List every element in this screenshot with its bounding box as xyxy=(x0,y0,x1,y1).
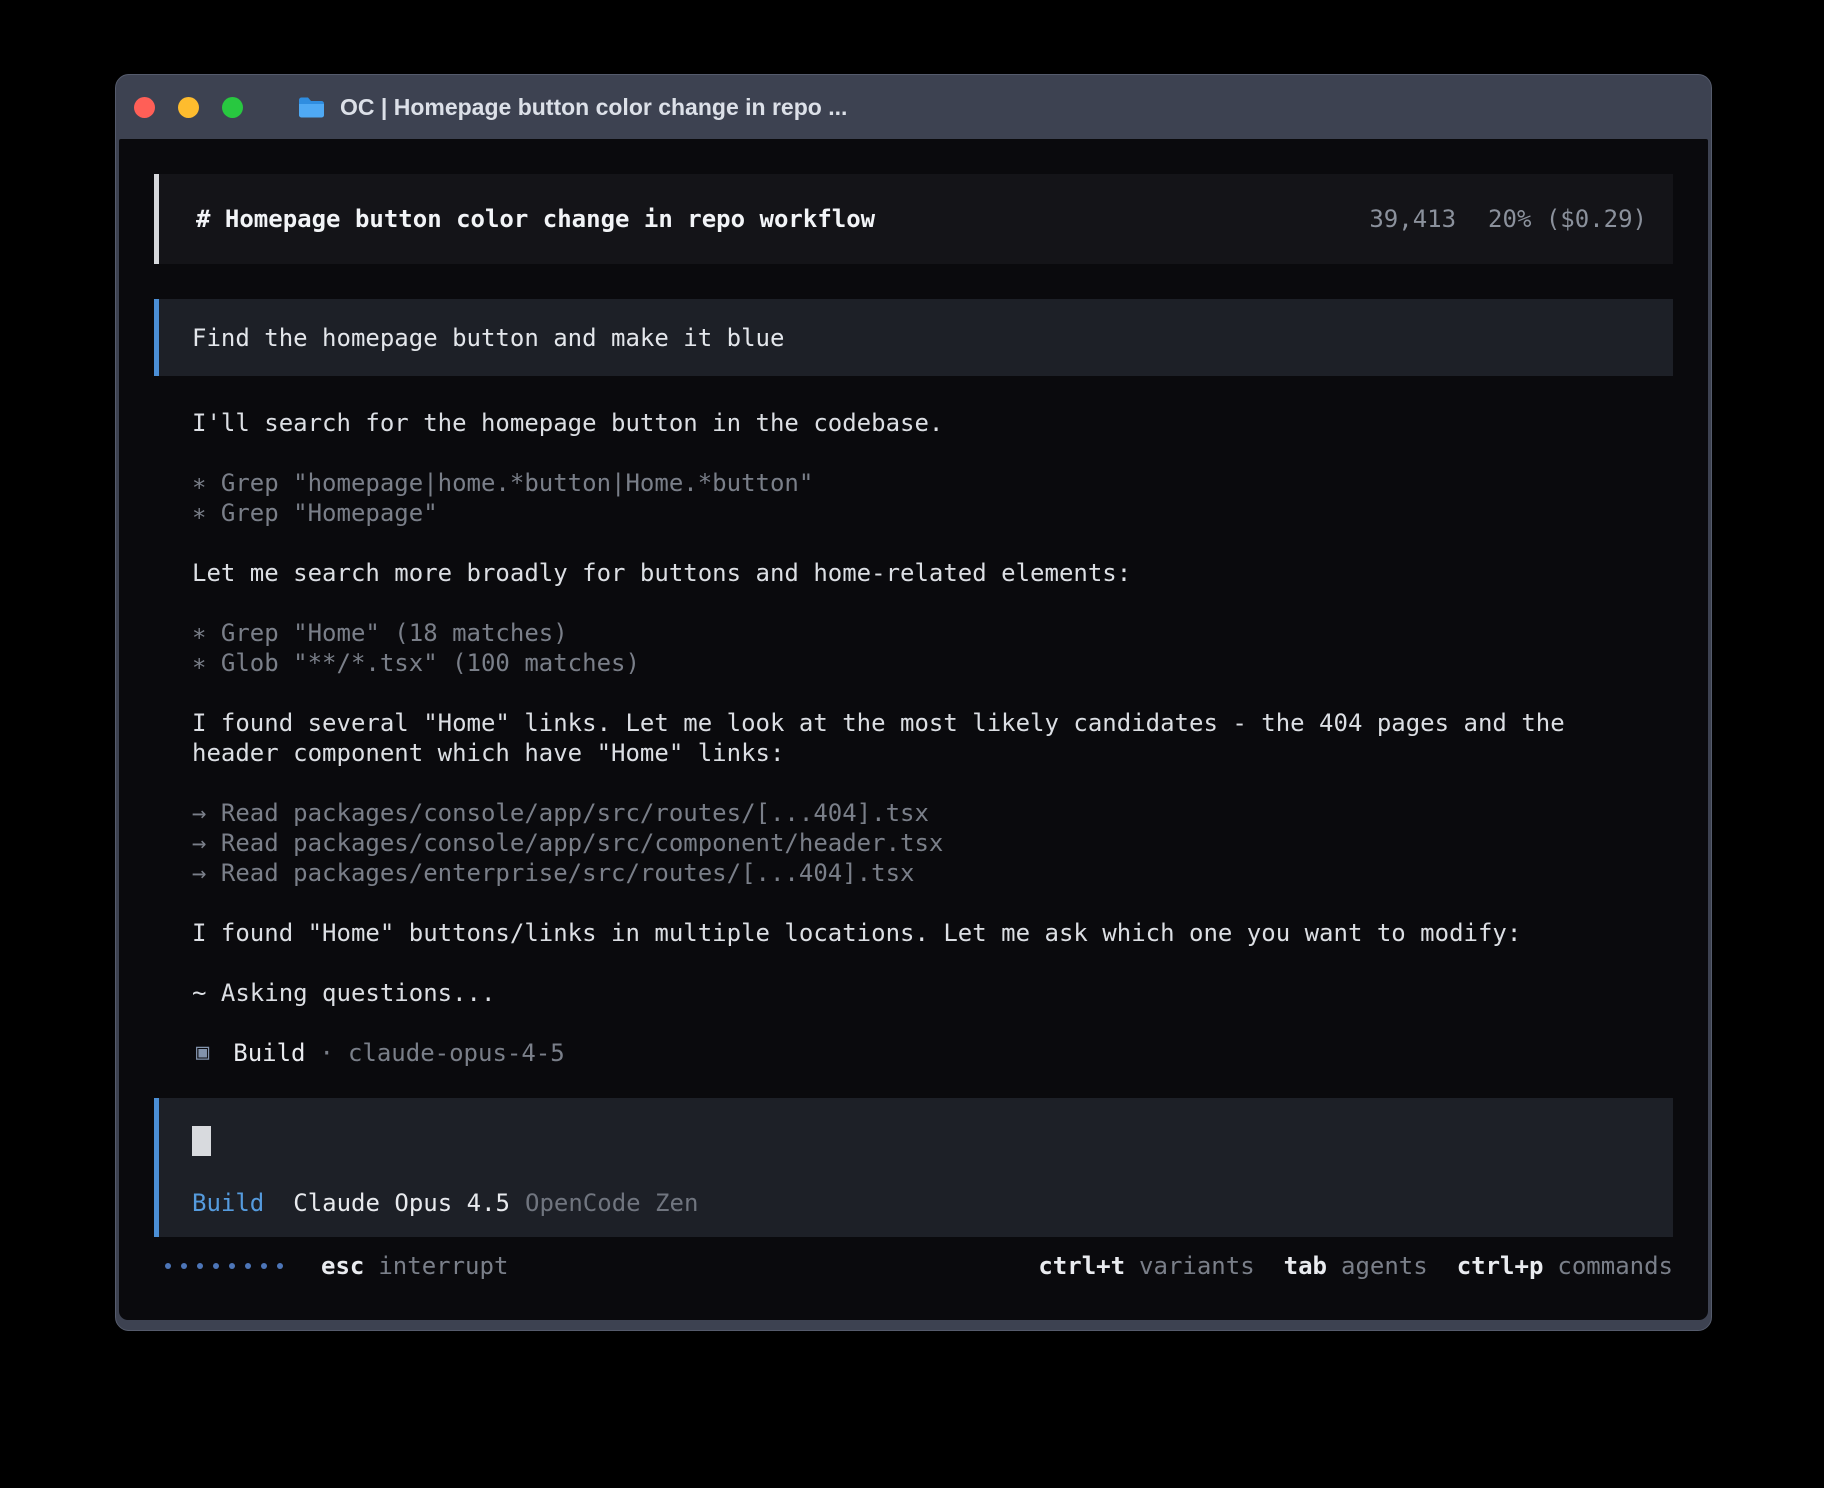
agent-model: claude-opus-4-5 xyxy=(348,1038,565,1068)
agents-hint: tab agents xyxy=(1284,1251,1428,1281)
tool-call-group: ∗ Grep "homepage|home.*button|Home.*butt… xyxy=(192,468,1673,528)
spinner-dots-icon xyxy=(165,1263,283,1269)
status-right: ctrl+t variants tab agents ctrl+p comman… xyxy=(1038,1251,1673,1281)
tool-call-grep: ∗ Grep "Home" (18 matches) xyxy=(192,618,1673,648)
tool-call-group: ∗ Grep "Home" (18 matches) ∗ Glob "**/*.… xyxy=(192,618,1673,678)
agent-badge: ▣ Build · claude-opus-4-5 xyxy=(192,1038,1673,1068)
tool-call-read: → Read packages/console/app/src/componen… xyxy=(192,828,1673,858)
status-left: esc interrupt xyxy=(154,1251,508,1281)
zoom-button[interactable] xyxy=(222,97,243,118)
tool-call-read: → Read packages/enterprise/src/routes/[.… xyxy=(192,858,1673,888)
text-cursor xyxy=(192,1126,211,1156)
agent-name: Build xyxy=(233,1038,305,1068)
tool-call-grep: ∗ Grep "homepage|home.*button|Home.*butt… xyxy=(192,468,1673,498)
status-bar: esc interrupt ctrl+t variants tab agents… xyxy=(154,1251,1673,1281)
token-count: 39,413 xyxy=(1369,204,1456,234)
window-titlebar[interactable]: OC | Homepage button color change in rep… xyxy=(116,75,1711,139)
desktop-background: OC | Homepage button color change in rep… xyxy=(0,0,1824,1488)
window-title: OC | Homepage button color change in rep… xyxy=(340,94,847,121)
commands-hint-label: commands xyxy=(1557,1251,1673,1281)
variants-hint: ctrl+t variants xyxy=(1038,1251,1254,1281)
context-usage: 20% ($0.29) xyxy=(1488,204,1647,234)
session-stats: 39,413 20% ($0.29) xyxy=(1369,204,1647,234)
tool-call-group: → Read packages/console/app/src/routes/[… xyxy=(192,798,1673,888)
conversation: I'll search for the homepage button in t… xyxy=(192,408,1673,1068)
folder-icon xyxy=(298,96,325,118)
tool-call-read: → Read packages/console/app/src/routes/[… xyxy=(192,798,1673,828)
agents-hint-label: agents xyxy=(1341,1251,1428,1281)
window-controls xyxy=(134,97,266,118)
terminal-content: # Homepage button color change in repo w… xyxy=(119,139,1708,1320)
session-header: # Homepage button color change in repo w… xyxy=(154,174,1673,264)
session-title: # Homepage button color change in repo w… xyxy=(196,204,875,234)
model-label: Claude Opus 4.5 xyxy=(293,1188,510,1218)
agent-mode-label: Build xyxy=(192,1188,264,1218)
esc-key-hint: esc xyxy=(321,1251,364,1281)
close-button[interactable] xyxy=(134,97,155,118)
user-message: Find the homepage button and make it blu… xyxy=(154,299,1673,376)
variants-hint-label: variants xyxy=(1139,1251,1255,1281)
ctrl-t-key-hint: ctrl+t xyxy=(1038,1251,1125,1281)
user-message-text: Find the homepage button and make it blu… xyxy=(192,323,784,353)
tool-call-glob: ∗ Glob "**/*.tsx" (100 matches) xyxy=(192,648,1673,678)
tool-call-grep: ∗ Grep "Homepage" xyxy=(192,498,1673,528)
ctrl-p-key-hint: ctrl+p xyxy=(1457,1251,1544,1281)
provider-label: OpenCode Zen xyxy=(525,1188,698,1218)
minimize-button[interactable] xyxy=(178,97,199,118)
interrupt-hint-label: interrupt xyxy=(378,1251,508,1281)
prompt-input[interactable]: Build Claude Opus 4.5 OpenCode Zen xyxy=(154,1098,1673,1237)
tab-key-hint: tab xyxy=(1284,1251,1327,1281)
assistant-paragraph: I found several "Home" links. Let me loo… xyxy=(192,708,1612,768)
input-meta-row: Build Claude Opus 4.5 OpenCode Zen xyxy=(192,1188,1673,1218)
terminal-window: OC | Homepage button color change in rep… xyxy=(115,74,1712,1331)
assistant-paragraph: I found "Home" buttons/links in multiple… xyxy=(192,918,1612,948)
agent-separator: · xyxy=(320,1038,334,1068)
assistant-paragraph: Let me search more broadly for buttons a… xyxy=(192,558,1612,588)
commands-hint: ctrl+p commands xyxy=(1457,1251,1673,1281)
agent-icon: ▣ xyxy=(196,1038,209,1068)
asking-questions-status: ~ Asking questions... xyxy=(192,978,1673,1008)
assistant-paragraph: I'll search for the homepage button in t… xyxy=(192,408,1612,438)
